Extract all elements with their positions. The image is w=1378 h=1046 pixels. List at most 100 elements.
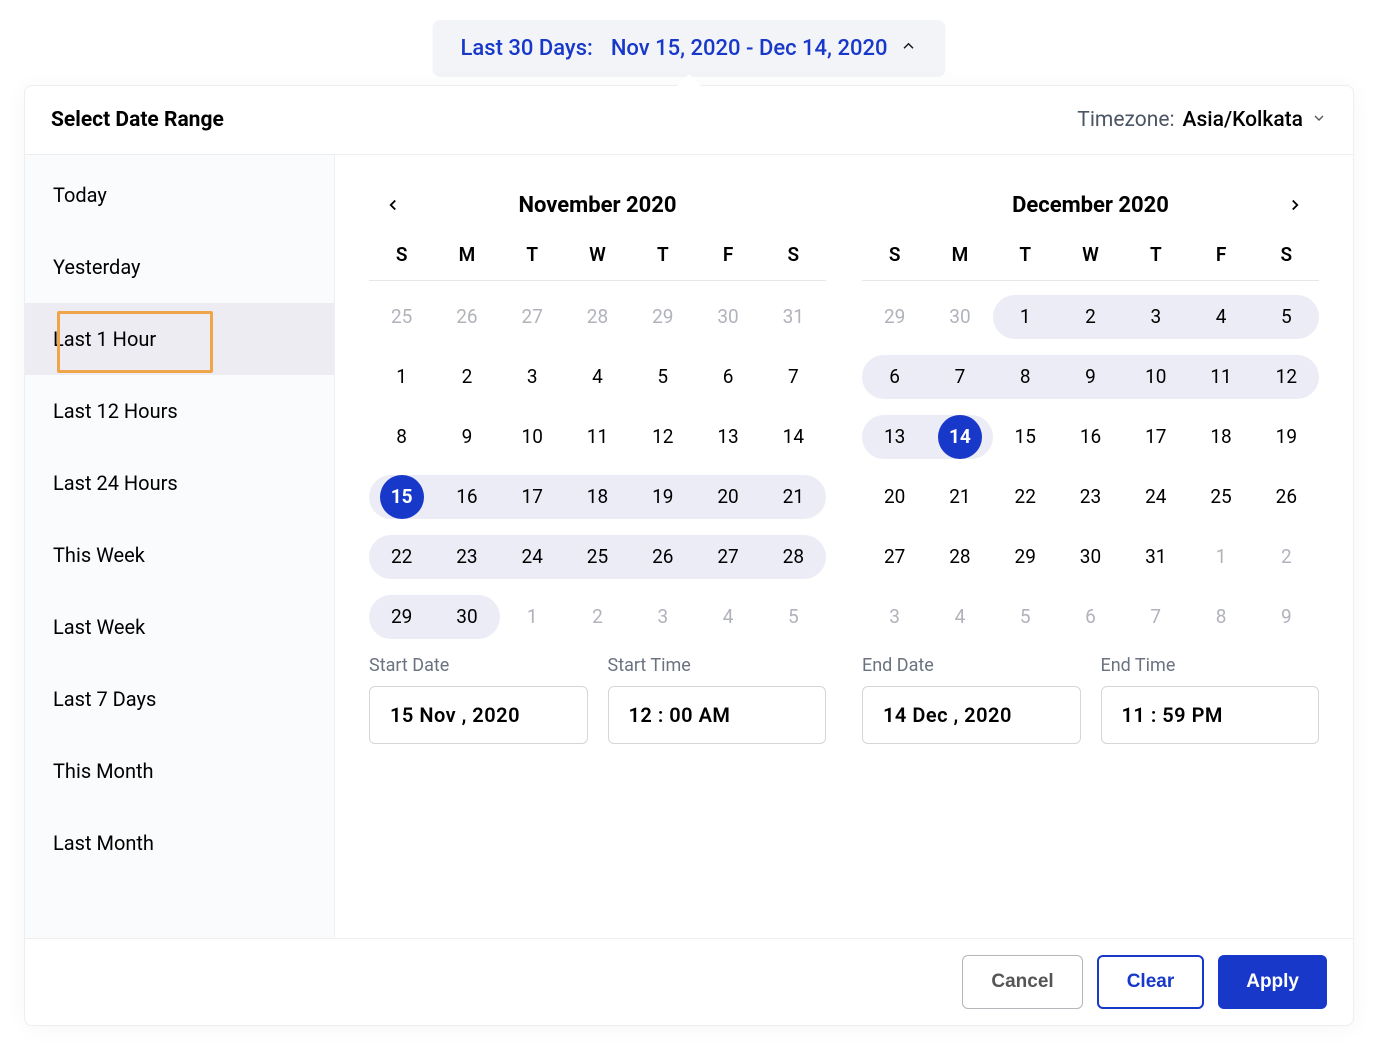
day-cell[interactable]: 3 [862,595,927,639]
preset-today[interactable]: Today [25,159,334,231]
day-cell[interactable]: 27 [695,535,760,579]
day-cell[interactable]: 2 [1254,535,1319,579]
day-cell[interactable]: 3 [1123,295,1188,339]
start-time-input[interactable]: 12 : 00 AM [608,686,827,744]
day-cell[interactable]: 14 [761,415,826,459]
day-cell[interactable]: 16 [434,475,499,519]
preset-this-month[interactable]: This Month [25,735,334,807]
day-cell[interactable]: 8 [993,355,1058,399]
day-cell[interactable]: 5 [993,595,1058,639]
day-cell[interactable]: 26 [1254,475,1319,519]
day-cell[interactable]: 1 [1188,535,1253,579]
date-range-trigger[interactable]: Last 30 Days: Nov 15, 2020 - Dec 14, 202… [433,20,946,77]
day-cell[interactable]: 30 [927,295,992,339]
day-cell[interactable]: 29 [862,295,927,339]
day-cell[interactable]: 6 [695,355,760,399]
day-cell[interactable]: 10 [1123,355,1188,399]
day-cell[interactable]: 17 [1123,415,1188,459]
day-cell[interactable]: 11 [1188,355,1253,399]
preset-last-24-hours[interactable]: Last 24 Hours [25,447,334,519]
day-cell[interactable]: 23 [1058,475,1123,519]
preset-yesterday[interactable]: Yesterday [25,231,334,303]
preset-this-week[interactable]: This Week [25,519,334,591]
day-cell[interactable]: 4 [927,595,992,639]
day-cell[interactable]: 2 [1058,295,1123,339]
day-cell[interactable]: 24 [1123,475,1188,519]
day-cell[interactable]: 2 [434,355,499,399]
day-cell[interactable]: 18 [565,475,630,519]
day-cell[interactable]: 3 [500,355,565,399]
day-cell[interactable]: 14 [927,415,992,459]
day-cell[interactable]: 20 [862,475,927,519]
day-cell[interactable]: 1 [500,595,565,639]
preset-last-week[interactable]: Last Week [25,591,334,663]
day-cell[interactable]: 8 [1188,595,1253,639]
day-cell[interactable]: 9 [1058,355,1123,399]
day-cell[interactable]: 25 [369,295,434,339]
day-cell[interactable]: 28 [761,535,826,579]
preset-last-7-days[interactable]: Last 7 Days [25,663,334,735]
day-cell[interactable]: 26 [630,535,695,579]
day-cell[interactable]: 31 [761,295,826,339]
day-cell[interactable]: 10 [500,415,565,459]
preset-last-12-hours[interactable]: Last 12 Hours [25,375,334,447]
start-date-input[interactable]: 15 Nov , 2020 [369,686,588,744]
day-cell[interactable]: 4 [695,595,760,639]
preset-last-month[interactable]: Last Month [25,807,334,879]
day-cell[interactable]: 6 [862,355,927,399]
day-cell[interactable]: 26 [434,295,499,339]
day-cell[interactable]: 1 [993,295,1058,339]
day-cell[interactable]: 16 [1058,415,1123,459]
day-cell[interactable]: 5 [761,595,826,639]
day-cell[interactable]: 15 [993,415,1058,459]
day-cell[interactable]: 15 [369,475,434,519]
next-month-button[interactable] [1281,191,1309,219]
day-cell[interactable]: 30 [1058,535,1123,579]
day-cell[interactable]: 9 [1254,595,1319,639]
end-date-input[interactable]: 14 Dec , 2020 [862,686,1081,744]
day-cell[interactable]: 7 [761,355,826,399]
day-cell[interactable]: 23 [434,535,499,579]
day-cell[interactable]: 6 [1058,595,1123,639]
day-cell[interactable]: 2 [565,595,630,639]
timezone-selector[interactable]: Timezone: Asia/Kolkata [1077,108,1327,132]
day-cell[interactable]: 19 [1254,415,1319,459]
day-cell[interactable]: 21 [761,475,826,519]
day-cell[interactable]: 9 [434,415,499,459]
day-cell[interactable]: 29 [630,295,695,339]
day-cell[interactable]: 12 [630,415,695,459]
day-cell[interactable]: 28 [565,295,630,339]
day-cell[interactable]: 11 [565,415,630,459]
preset-last-1-hour[interactable]: Last 1 Hour [25,303,334,375]
day-cell[interactable]: 5 [630,355,695,399]
apply-button[interactable]: Apply [1218,955,1327,1009]
day-cell[interactable]: 8 [369,415,434,459]
day-cell[interactable]: 27 [862,535,927,579]
day-cell[interactable]: 31 [1123,535,1188,579]
day-cell[interactable]: 17 [500,475,565,519]
clear-button[interactable]: Clear [1097,955,1205,1009]
day-cell[interactable]: 30 [695,295,760,339]
day-cell[interactable]: 5 [1254,295,1319,339]
day-cell[interactable]: 1 [369,355,434,399]
end-time-input[interactable]: 11 : 59 PM [1101,686,1320,744]
day-cell[interactable]: 21 [927,475,992,519]
day-cell[interactable]: 29 [993,535,1058,579]
day-cell[interactable]: 12 [1254,355,1319,399]
day-cell[interactable]: 30 [434,595,499,639]
day-cell[interactable]: 4 [565,355,630,399]
day-cell[interactable]: 24 [500,535,565,579]
day-cell[interactable]: 19 [630,475,695,519]
day-cell[interactable]: 4 [1188,295,1253,339]
day-cell[interactable]: 13 [695,415,760,459]
day-cell[interactable]: 22 [369,535,434,579]
day-cell[interactable]: 29 [369,595,434,639]
day-cell[interactable]: 25 [1188,475,1253,519]
day-cell[interactable]: 3 [630,595,695,639]
day-cell[interactable]: 25 [565,535,630,579]
cancel-button[interactable]: Cancel [962,955,1082,1009]
prev-month-button[interactable] [379,191,407,219]
day-cell[interactable]: 22 [993,475,1058,519]
day-cell[interactable]: 27 [500,295,565,339]
day-cell[interactable]: 18 [1188,415,1253,459]
